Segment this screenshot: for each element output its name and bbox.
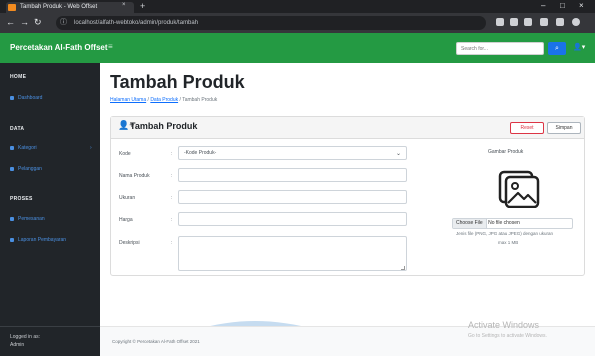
forward-icon[interactable]: → [20, 17, 29, 27]
breadcrumb-data-produk-link[interactable]: Data Produk [150, 97, 178, 103]
field-colon: : [171, 217, 173, 223]
user-menu-icon[interactable]: 👤▾ [573, 43, 585, 51]
ukuran-label: Ukuran [119, 195, 136, 201]
profile-icon[interactable] [572, 18, 580, 26]
deskripsi-textarea[interactable] [178, 236, 407, 271]
save-button[interactable]: Simpan [547, 122, 581, 134]
field-colon: : [171, 240, 173, 246]
tachometer-icon [10, 95, 14, 100]
browser-tab[interactable]: Tambah Produk - Web Offset [6, 2, 134, 13]
gambar-produk-label: Gambar Produk [488, 149, 524, 155]
report-icon [10, 237, 14, 242]
kode-label: Kode [119, 151, 131, 157]
brand-name[interactable]: Percetakan Al-Fath Offset [10, 43, 108, 52]
nama-produk-input[interactable] [178, 168, 407, 182]
breadcrumb-separator: / [179, 97, 181, 103]
tab-favicon-icon [8, 4, 16, 11]
sidebar [0, 63, 100, 326]
copyright-text: Copyright © Percetakan Al-Fath Offset 20… [112, 339, 200, 344]
sidebar-item-dashboard[interactable]: Dashboard [10, 95, 42, 101]
sidebar-heading-data: DATA [10, 126, 25, 132]
activate-windows-title: Activate Windows [468, 320, 540, 330]
harga-input[interactable] [178, 212, 407, 226]
field-colon: : [171, 151, 173, 157]
sidebar-item-pelanggan[interactable]: Pelanggan [10, 166, 42, 172]
sidebar-heading-proses: PROSES [10, 196, 33, 202]
extension-icon[interactable] [524, 18, 532, 26]
breadcrumb-separator: / [147, 97, 149, 103]
tab-title: Tambah Produk - Web Offset [20, 4, 98, 10]
kode-select[interactable]: -Kode Produk- [178, 146, 407, 160]
chevron-down-icon[interactable]: ⌄ [396, 150, 401, 157]
field-colon: : [171, 195, 173, 201]
sidebar-toggle-icon[interactable]: ≡ [108, 42, 113, 51]
sidebar-item-label: Pemesanan [18, 216, 45, 222]
breadcrumb-home-link[interactable]: Halaman Utama [110, 97, 146, 103]
search-input[interactable] [456, 42, 544, 55]
minimize-icon[interactable]: – [541, 1, 545, 10]
table-icon [10, 166, 14, 171]
extension-icon[interactable] [556, 18, 564, 26]
extension-icon[interactable] [496, 18, 504, 26]
page-title: Tambah Produk [110, 72, 245, 92]
file-help-text: Jenis file (PNG, JPG atau JPEG) dengan u… [456, 231, 554, 236]
site-info-icon[interactable]: ⓘ [60, 16, 67, 30]
breadcrumb: Halaman Utama / Data Produk / Tambah Pro… [110, 97, 217, 103]
choose-file-button[interactable]: Choose File [453, 219, 487, 228]
image-placeholder-icon [498, 170, 540, 208]
sidebar-heading-home: HOME [10, 74, 27, 80]
address-bar[interactable]: localhost/alfath-webtoko/admin/produk/ta… [56, 16, 486, 30]
sidebar-item-label: Laporan Pembayaran [18, 237, 67, 243]
maximize-icon[interactable]: □ [560, 1, 565, 10]
sidebar-item-label: Pelanggan [18, 166, 42, 172]
sidebar-footer [0, 326, 100, 356]
chart-icon [10, 216, 14, 221]
sidebar-item-label: Kategori [18, 145, 37, 151]
activate-windows-subtitle[interactable]: Go to Settings to activate Windows. [468, 333, 547, 339]
ukuran-input[interactable] [178, 190, 407, 204]
columns-icon [10, 145, 14, 150]
gambar-file-input[interactable]: Choose File No file chosen [452, 218, 573, 229]
file-status: No file chosen [488, 220, 520, 226]
search-button[interactable]: ⌕ [548, 42, 566, 55]
reload-icon[interactable]: ↻ [34, 17, 42, 28]
sidebar-footer-label: Logged in as: [10, 334, 41, 340]
sidebar-item-pemesanan[interactable]: Pemesanan [10, 216, 45, 222]
chevron-right-icon[interactable]: › [90, 145, 92, 151]
nama-produk-label: Nama Produk [119, 173, 150, 179]
back-icon[interactable]: ← [6, 17, 15, 27]
sidebar-footer-user: Admin [10, 342, 25, 348]
close-window-icon[interactable]: × [579, 1, 584, 10]
extension-icon[interactable] [510, 18, 518, 26]
new-tab-icon[interactable]: + [140, 1, 145, 11]
sidebar-item-laporan[interactable]: Laporan Pembayaran [10, 237, 66, 243]
tab-close-icon[interactable]: × [122, 2, 126, 8]
card-title: Tambah Produk [130, 121, 198, 131]
extension-icon[interactable] [540, 18, 548, 26]
deskripsi-label: Deskripsi [119, 240, 140, 246]
reset-button[interactable]: Reset [510, 122, 544, 134]
harga-label: Harga [119, 217, 133, 223]
resize-handle-icon[interactable] [401, 266, 405, 270]
field-colon: : [171, 173, 173, 179]
sidebar-item-kategori[interactable]: Kategori [10, 145, 37, 151]
sidebar-item-label: Dashboard [18, 95, 43, 101]
file-help-text: max 1 MB [498, 240, 519, 245]
breadcrumb-current: Tambah Produk [182, 97, 218, 103]
